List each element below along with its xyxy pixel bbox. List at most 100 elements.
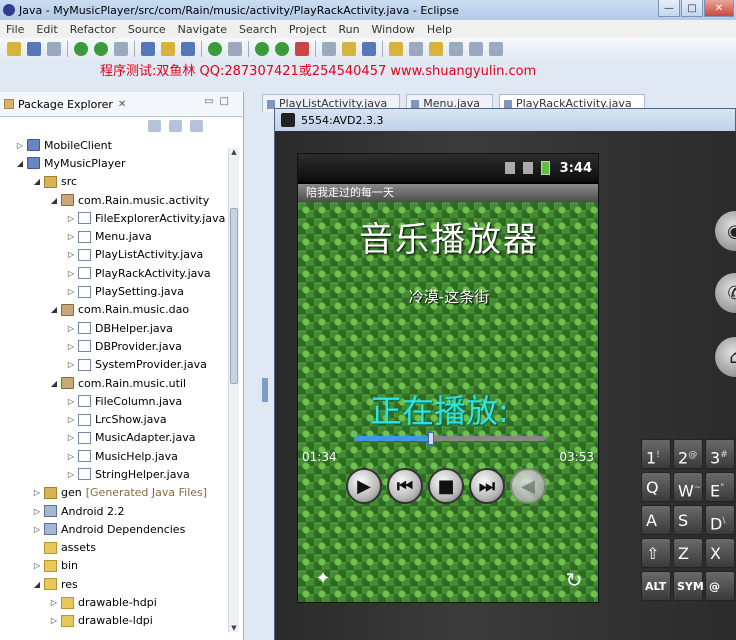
expand-arrow-icon[interactable]: ▷ [66, 232, 76, 241]
expand-arrow-icon[interactable]: ▷ [49, 598, 59, 607]
tree-item[interactable]: ▷ MusicHelp.java [0, 447, 228, 465]
panel-sash[interactable] [262, 378, 268, 402]
tree-item[interactable]: ◢ com.Rain.music.activity [0, 191, 228, 209]
new-project-icon[interactable] [141, 42, 155, 56]
collapse-arrow-icon[interactable]: ◢ [32, 580, 42, 589]
tree-item[interactable]: ▷ PlayListActivity.java [0, 246, 228, 264]
keyboard-key[interactable]: E" [705, 472, 735, 502]
expand-arrow-icon[interactable]: ▷ [66, 470, 76, 479]
keyboard-key[interactable]: @ [705, 571, 735, 601]
expand-arrow-icon[interactable]: ▷ [49, 616, 59, 625]
scroll-up-icon[interactable]: ▲ [229, 148, 239, 156]
tree-item[interactable]: ▷ bin [0, 557, 228, 575]
expand-arrow-icon[interactable]: ▷ [66, 433, 76, 442]
menu-run[interactable]: Run [332, 23, 365, 36]
new-xml-icon[interactable] [181, 42, 195, 56]
menu-file[interactable]: File [0, 23, 30, 36]
playlist-icon[interactable]: ✦ [310, 568, 336, 590]
tree-item[interactable]: ◢ src [0, 173, 228, 191]
tree-item[interactable]: ▷ DBHelper.java [0, 319, 228, 337]
keyboard-key[interactable]: ALT [641, 571, 671, 601]
expand-arrow-icon[interactable]: ▷ [66, 324, 76, 333]
open-type-icon[interactable] [342, 42, 356, 56]
previous-button[interactable]: ⏮ [387, 468, 423, 504]
tree-item[interactable]: ◢ MyMusicPlayer [0, 154, 228, 172]
tree-item[interactable]: ◢ com.Rain.music.util [0, 374, 228, 392]
avd-manager-icon[interactable] [94, 42, 108, 56]
print-icon[interactable] [47, 42, 61, 56]
forward-icon[interactable] [469, 42, 483, 56]
tree-item[interactable]: ▷ Menu.java [0, 227, 228, 245]
close-button[interactable]: ✕ [704, 0, 734, 17]
next-button[interactable]: ⏭ [469, 468, 505, 504]
keyboard-key[interactable]: SYM [673, 571, 704, 601]
view-options-icon[interactable] [190, 120, 203, 132]
lint-icon[interactable] [114, 42, 128, 56]
expand-arrow-icon[interactable]: ▷ [66, 342, 76, 351]
scrollbar-thumb[interactable] [230, 208, 238, 384]
expand-arrow-icon[interactable]: ▷ [66, 452, 76, 461]
collapse-arrow-icon[interactable]: ◢ [49, 379, 59, 388]
expand-arrow-icon[interactable]: ▷ [32, 561, 42, 570]
external-tools-icon[interactable] [295, 42, 309, 56]
expand-arrow-icon[interactable]: ▷ [32, 507, 42, 516]
package-explorer-tab[interactable]: Package Explorer ✕ [4, 98, 126, 111]
run-icon[interactable] [275, 42, 289, 56]
collapse-arrow-icon[interactable]: ◢ [49, 305, 59, 314]
tree-item[interactable]: ▷ drawable-hdpi [0, 593, 228, 611]
menu-help[interactable]: Help [421, 23, 458, 36]
tree-item[interactable]: ▷ LrcShow.java [0, 410, 228, 428]
tree-item[interactable]: ▷ DBProvider.java [0, 337, 228, 355]
tree-item[interactable]: ▷ FileExplorerActivity.java [0, 209, 228, 227]
expand-arrow-icon[interactable]: ▷ [15, 141, 25, 150]
scroll-down-icon[interactable]: ▼ [229, 624, 239, 632]
tree-item[interactable]: ▷ Android 2.2 [0, 502, 228, 520]
keyboard-key[interactable]: Q [641, 472, 671, 502]
menu-window[interactable]: Window [366, 23, 421, 36]
expand-arrow-icon[interactable]: ▷ [66, 360, 76, 369]
keyboard-key[interactable]: ⇧ [641, 538, 671, 568]
highlight-icon[interactable] [429, 42, 443, 56]
seek-bar[interactable] [354, 432, 546, 445]
tree-scrollbar[interactable]: ▲ ▼ [228, 148, 239, 632]
format-icon[interactable] [228, 42, 242, 56]
refresh-icon[interactable] [362, 42, 376, 56]
link-editor-icon[interactable] [169, 120, 182, 132]
keyboard-key[interactable]: 1! [641, 439, 671, 469]
tree-item[interactable]: ▷ drawable-ldpi [0, 612, 228, 630]
debug-icon[interactable] [255, 42, 269, 56]
keyboard-key[interactable]: Z [673, 538, 703, 568]
play-button[interactable]: ▶ [346, 468, 382, 504]
tree-item[interactable]: ▷ FileColumn.java [0, 392, 228, 410]
tree-item[interactable]: ▷ PlaySetting.java [0, 282, 228, 300]
repeat-icon[interactable]: ↻ [562, 568, 586, 592]
tree-item[interactable]: ▷ SystemProvider.java [0, 356, 228, 374]
expand-arrow-icon[interactable]: ▷ [66, 269, 76, 278]
camera-button[interactable]: ◉ [715, 211, 736, 251]
tree-item[interactable]: assets [0, 539, 228, 557]
maximize-button[interactable]: □ [681, 0, 703, 17]
checkbox-icon[interactable] [208, 42, 222, 56]
menu-project[interactable]: Project [283, 23, 333, 36]
call-button[interactable]: ✆ [715, 273, 736, 313]
home-button[interactable]: ⌂ [715, 337, 736, 377]
new-class-icon[interactable] [161, 42, 175, 56]
expand-arrow-icon[interactable]: ▷ [66, 415, 76, 424]
minimize-button[interactable]: — [658, 0, 680, 17]
menu-source[interactable]: Source [122, 23, 172, 36]
tree-item[interactable]: ▷ StringHelper.java [0, 465, 228, 483]
perspective-icon[interactable] [489, 42, 503, 56]
expand-arrow-icon[interactable]: ▷ [32, 525, 42, 534]
expand-arrow-icon[interactable]: ▷ [66, 214, 76, 223]
keyboard-key[interactable]: 3# [705, 439, 735, 469]
expand-arrow-icon[interactable]: ▷ [32, 488, 42, 497]
collapse-arrow-icon[interactable]: ◢ [15, 159, 25, 168]
keyboard-key[interactable]: A [641, 505, 671, 535]
menu-navigate[interactable]: Navigate [172, 23, 233, 36]
keyboard-key[interactable]: D\ [705, 505, 735, 535]
keyboard-key[interactable]: S [673, 505, 703, 535]
tree-item[interactable]: ▷ MusicAdapter.java [0, 429, 228, 447]
menu-search[interactable]: Search [233, 23, 283, 36]
tree-item[interactable]: ◢ res [0, 575, 228, 593]
collapse-all-icon[interactable] [148, 120, 161, 132]
